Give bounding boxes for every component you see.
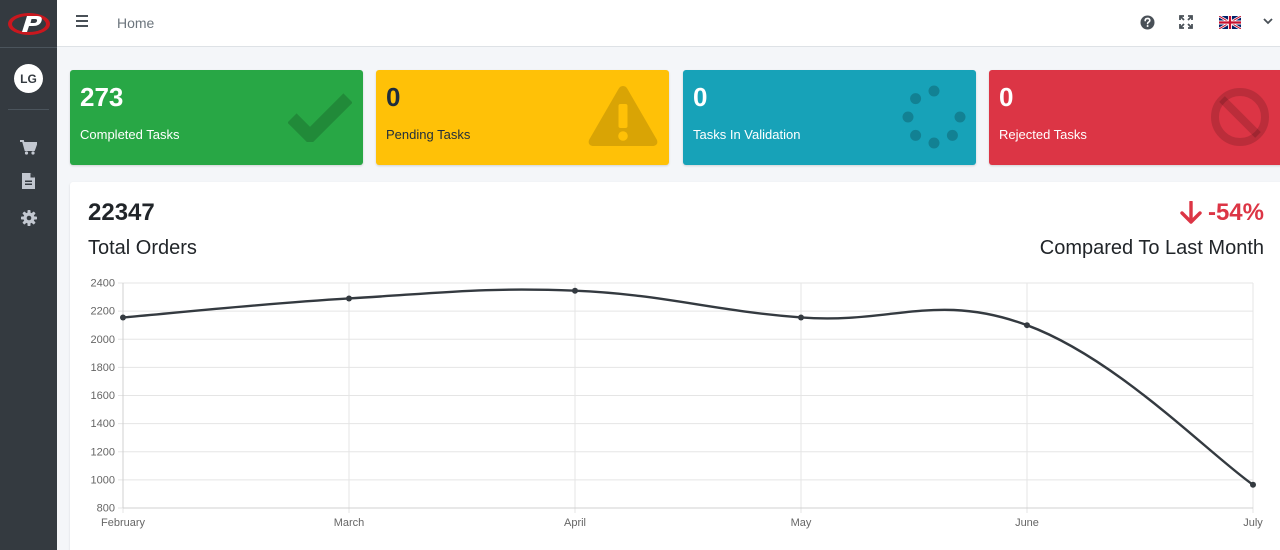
avatar[interactable]: LG bbox=[14, 64, 43, 93]
compare-label: Compared To Last Month bbox=[1039, 237, 1264, 259]
home-link[interactable]: Home bbox=[117, 15, 154, 31]
x-tick-label: July bbox=[1243, 517, 1263, 529]
gear-icon bbox=[20, 209, 37, 226]
y-tick-label: 1600 bbox=[91, 390, 115, 402]
rejected-tasks-card[interactable]: 0 Rejected Tasks bbox=[989, 70, 1280, 165]
y-tick-label: 1000 bbox=[91, 474, 115, 486]
data-point bbox=[120, 314, 126, 321]
pending-tasks-card[interactable]: 0 Pending Tasks bbox=[376, 70, 669, 165]
card-label: Tasks In Validation bbox=[693, 127, 801, 142]
data-point bbox=[1250, 481, 1256, 488]
brand-logo[interactable] bbox=[0, 0, 57, 48]
x-tick-label: March bbox=[334, 517, 365, 529]
sidebar-item-settings[interactable] bbox=[0, 199, 57, 236]
chevron-down-icon[interactable] bbox=[1263, 18, 1273, 25]
x-tick-label: June bbox=[1015, 517, 1039, 529]
fullscreen-icon[interactable] bbox=[1179, 15, 1193, 29]
sidebar: LG bbox=[0, 0, 57, 550]
ban-icon bbox=[1211, 88, 1269, 146]
y-tick-label: 2400 bbox=[91, 278, 115, 290]
card-label: Pending Tasks bbox=[386, 127, 471, 142]
tasks-in-validation-card[interactable]: 0 Tasks In Validation bbox=[683, 70, 976, 165]
change-value: -54% bbox=[1207, 199, 1264, 226]
sidebar-item-orders[interactable] bbox=[0, 132, 57, 162]
sidebar-nav bbox=[0, 110, 57, 236]
help-icon[interactable] bbox=[1140, 15, 1155, 30]
x-tick-label: February bbox=[101, 517, 146, 529]
document-icon bbox=[22, 172, 35, 189]
uk-flag-icon[interactable] bbox=[1219, 16, 1241, 29]
y-tick-label: 1200 bbox=[91, 446, 115, 458]
change-indicator: -54% bbox=[1180, 199, 1264, 227]
y-tick-label: 2200 bbox=[91, 306, 115, 318]
card-value: 0 bbox=[693, 82, 708, 112]
total-orders-value: 22347 bbox=[88, 199, 155, 226]
y-tick-label: 800 bbox=[97, 503, 115, 515]
card-label: Completed Tasks bbox=[80, 127, 180, 142]
total-orders-label: Total Orders bbox=[88, 237, 197, 259]
spinner-icon bbox=[902, 85, 966, 149]
arrow-down-icon bbox=[1180, 201, 1202, 224]
user-panel[interactable]: LG bbox=[8, 48, 49, 110]
y-tick-label: 2000 bbox=[91, 334, 115, 346]
check-icon bbox=[288, 93, 352, 142]
y-tick-label: 1400 bbox=[91, 418, 115, 430]
data-point bbox=[1024, 322, 1030, 329]
data-point bbox=[346, 295, 352, 302]
series-line bbox=[122, 288, 1254, 486]
sidebar-item-documents[interactable] bbox=[0, 162, 57, 199]
logo-icon bbox=[7, 12, 50, 35]
card-value: 273 bbox=[80, 82, 124, 112]
data-point bbox=[798, 314, 804, 321]
orders-line-chart: 800 1000 1200 1400 1600 1800 2000 2200 2400 Febru… bbox=[91, 278, 1264, 530]
warning-icon bbox=[588, 86, 658, 146]
x-tick-label: April bbox=[564, 517, 586, 529]
card-value: 0 bbox=[999, 82, 1014, 112]
x-tick-label: May bbox=[791, 517, 812, 529]
top-navbar: Home bbox=[57, 0, 1280, 47]
cart-icon bbox=[20, 139, 37, 155]
menu-icon[interactable] bbox=[75, 14, 91, 28]
y-tick-label: 1800 bbox=[91, 362, 115, 374]
card-label: Rejected Tasks bbox=[999, 127, 1087, 142]
data-point bbox=[572, 287, 578, 294]
completed-tasks-card[interactable]: 273 Completed Tasks bbox=[70, 70, 363, 165]
card-value: 0 bbox=[386, 82, 401, 112]
